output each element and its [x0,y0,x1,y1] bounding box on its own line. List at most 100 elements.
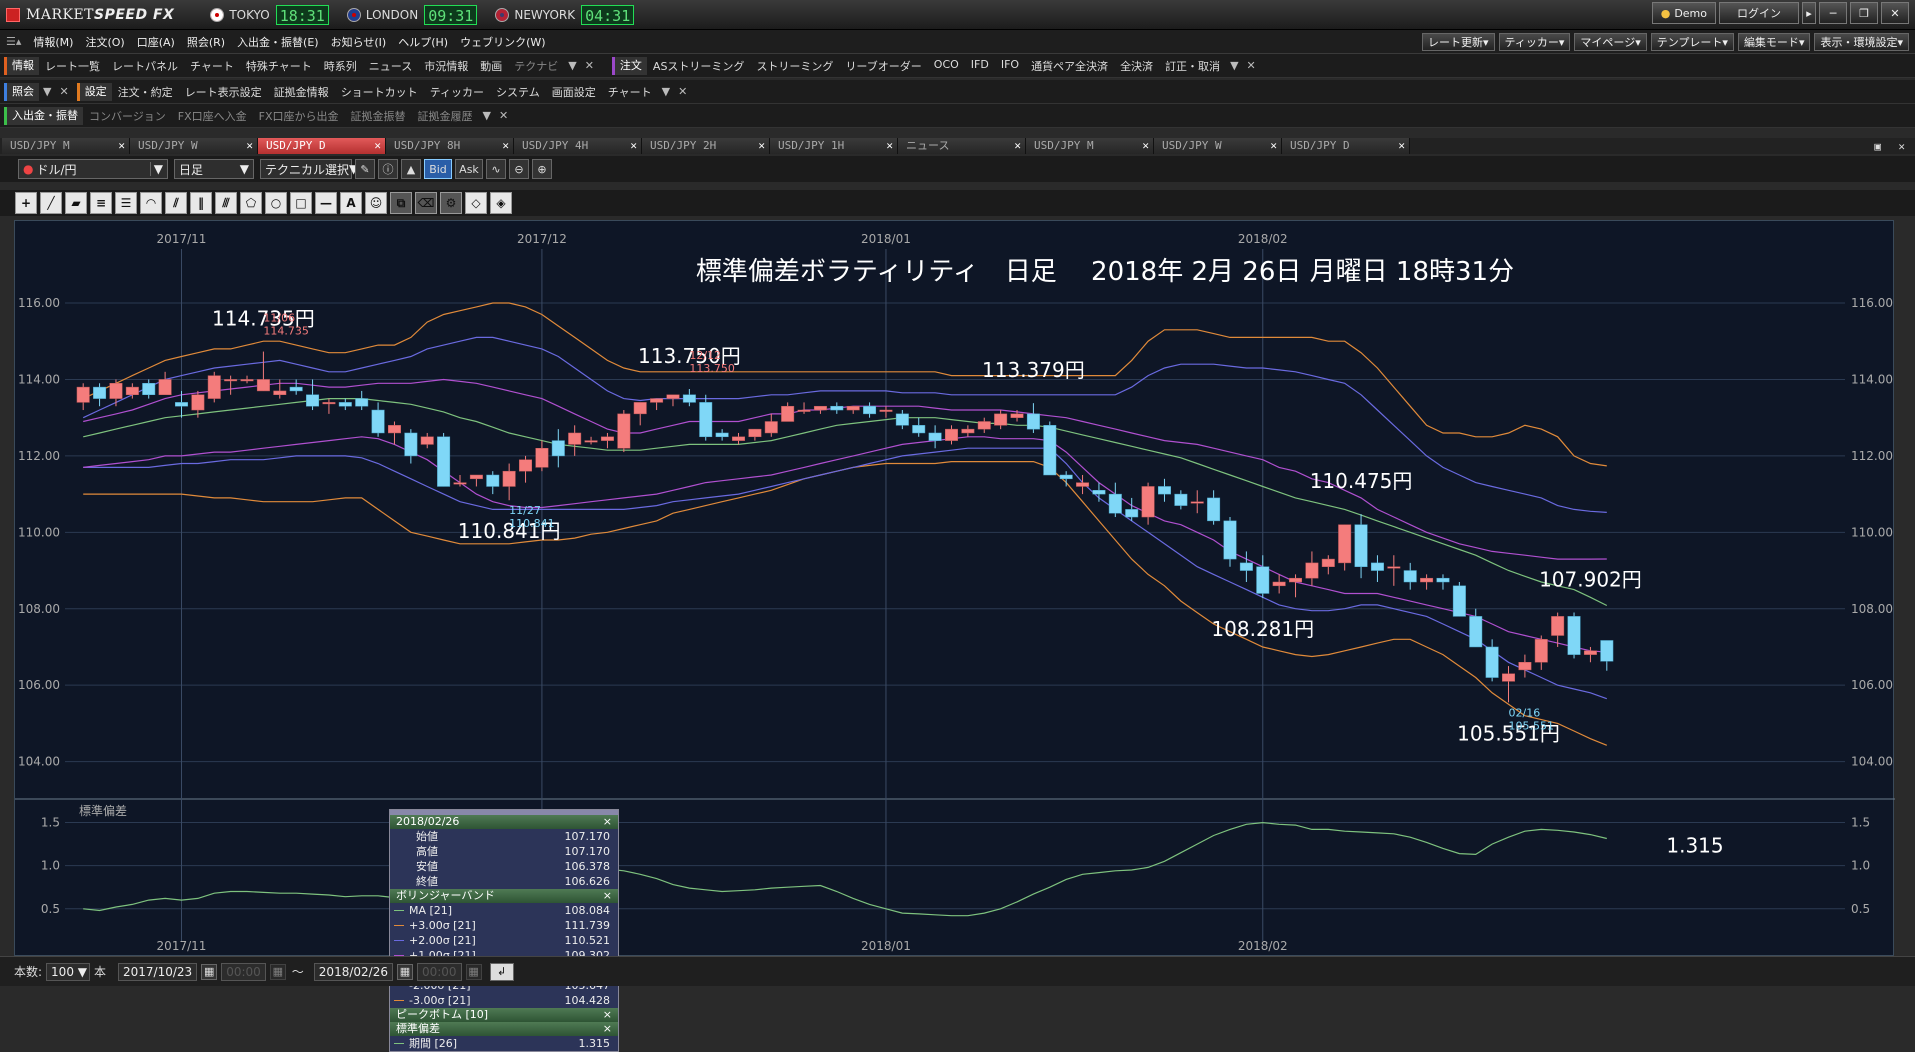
menu-item[interactable]: 注文(O) [79,34,130,50]
crosshair-icon[interactable]: + [15,192,37,214]
close-icon[interactable]: ✕ [118,138,125,154]
indicator-icon[interactable]: ∿ [486,159,506,179]
close-icon[interactable]: ✕ [1270,138,1277,154]
properties-icon[interactable]: ⚙ [440,192,462,214]
info-item[interactable]: ニュース [363,58,418,74]
order-item[interactable]: OCO [928,58,965,74]
count-select[interactable]: 100 ▼ [46,962,90,981]
info-item[interactable]: レートパネル [106,58,184,74]
currency-pair-select[interactable]: ● ドル/円 ▼ [18,159,168,179]
menu-right-button[interactable]: テンプレート ▾ [1650,33,1734,51]
calendar-icon[interactable]: ▦ [201,963,218,980]
chart-tab[interactable]: USD/JPY 4H ✕ [514,138,642,154]
demo-button[interactable]: ● Demo [1651,2,1716,24]
close-icon[interactable]: × [603,1008,612,1022]
info-icon[interactable]: ⓘ [378,159,398,179]
from-date-input[interactable]: 2017/10/23 [118,962,198,981]
close-icon[interactable]: × [603,815,612,829]
info-item[interactable]: チャート [184,58,240,74]
chart-tab[interactable]: USD/JPY 8H ✕ [386,138,514,154]
copy-icon[interactable]: ⧉ [390,192,412,214]
close-icon[interactable]: ✕ [1142,138,1149,154]
close-icon[interactable]: × [603,1022,612,1036]
close-icon[interactable]: ✕ [630,138,637,154]
multi-lines-icon[interactable]: ☰ [115,192,137,214]
minimize-button[interactable]: ─ [1819,2,1847,24]
menu-item[interactable]: 口座(A) [131,34,181,50]
settings-item[interactable]: 画面設定 [546,84,602,100]
price-chart[interactable]: 116.00 116.00 114.00 114.00 112.00 112.00 110.… [15,221,1895,957]
close-icon[interactable]: × [603,889,612,903]
menu-item[interactable]: 入出金・振替(E) [231,34,325,50]
close-icon[interactable]: ✕ [674,85,691,98]
menu-item[interactable]: ヘルプ(H) [392,34,454,50]
order-item[interactable]: 訂正・取消 [1159,58,1226,74]
close-icon[interactable]: ✕ [1243,59,1260,72]
order-item[interactable]: IFO [995,58,1025,74]
trendline-icon[interactable]: ╱ [40,192,62,214]
maximize-icon[interactable]: ▣ [1874,140,1881,153]
chart-tab[interactable]: USD/JPY W ✕ [130,138,258,154]
technavi-item[interactable]: テクナビ [508,58,564,74]
data-window[interactable]: 2018/02/26 × 始値 107.170 高値 107.170 安値 106.378 終… [389,809,619,1052]
order-item[interactable]: ASストリーミング [647,58,751,74]
order-item[interactable]: リーブオーダー [839,58,927,74]
chart-tab[interactable]: ニュース ✕ [898,138,1026,154]
close-icon[interactable]: ✕ [1014,138,1021,154]
delete-icon[interactable]: ⌫ [415,192,437,214]
transfer-item[interactable]: コンバージョン [83,108,172,124]
text-icon[interactable]: A [340,192,362,214]
menu-right-button[interactable]: レート更新 ▾ [1422,33,1495,51]
close-icon[interactable]: ✕ [758,138,765,154]
pen-icon[interactable]: ✎ [355,159,375,179]
order-item[interactable]: IFD [965,58,995,74]
close-icon[interactable]: ✕ [581,59,598,72]
info-item[interactable]: 動画 [474,58,508,74]
login-button[interactable]: ログイン [1719,2,1799,24]
next-icon[interactable]: ▸ [1802,2,1816,24]
reload-icon[interactable]: ↲ [489,962,514,981]
chart-tab[interactable]: USD/JPY 1H ✕ [770,138,898,154]
settings-item[interactable]: レート表示設定 [179,84,268,100]
close-icon[interactable]: ✕ [495,109,512,122]
info-item[interactable]: 市況情報 [418,58,474,74]
menu-item[interactable]: 情報(M) [27,34,79,50]
vlines-icon[interactable]: ‖ [190,192,212,214]
menu-item[interactable]: ウェブリンク(W) [454,34,551,50]
transfer-item[interactable]: FX口座から出金 [253,108,345,124]
chart-tab[interactable]: USD/JPY W ✕ [1154,138,1282,154]
to-date-input[interactable]: 2018/02/26 [313,962,393,981]
area-chart-icon[interactable]: ▲ [401,159,421,179]
zoom-in-icon[interactable]: ⊕ [532,159,552,179]
rectangle-icon[interactable]: □ [290,192,312,214]
hline-icon[interactable]: — [315,192,337,214]
chart-tab[interactable]: USD/JPY M ✕ [1026,138,1154,154]
chart-tab[interactable]: USD/JPY D ✕ [258,138,386,154]
eraser-all-icon[interactable]: ◈ [490,192,512,214]
ask-button[interactable]: Ask [455,159,483,179]
restore-button[interactable]: ❐ [1850,2,1878,24]
dropdown-icon[interactable]: ▼ [1226,59,1242,72]
menu-item[interactable]: お知らせ(I) [325,34,393,50]
dropdown-icon[interactable]: ▼ [658,85,674,98]
close-icon[interactable]: ✕ [1898,140,1905,153]
menu-right-button[interactable]: 編集モード ▾ [1737,33,1811,51]
channel-icon[interactable]: ⫻ [215,192,237,214]
dropdown-icon[interactable]: ▼ [479,109,495,122]
close-icon[interactable]: ✕ [246,138,253,154]
transfer-item[interactable]: 証拠金履歴 [412,108,479,124]
eraser-icon[interactable]: ◇ [465,192,487,214]
zoom-out-icon[interactable]: ⊖ [509,159,529,179]
settings-item[interactable]: 注文・約定 [112,84,179,100]
period-select[interactable]: 日足 ▼ [174,159,254,179]
ruler-icon[interactable]: ▰ [65,192,87,214]
settings-item[interactable]: システム [490,84,546,100]
chart-area[interactable]: 116.00 116.00 114.00 114.00 112.00 112.00 110.… [14,220,1895,1052]
dropdown-icon[interactable]: ▼ [564,59,580,72]
icon-tool-icon[interactable]: ☺ [365,192,387,214]
chart-tab[interactable]: USD/JPY M ✕ [2,138,130,154]
chart-tab[interactable]: USD/JPY D ✕ [1282,138,1410,154]
close-icon[interactable]: ✕ [374,138,381,154]
menu-right-button[interactable]: ティッカー ▾ [1498,33,1571,51]
close-icon[interactable]: ✕ [502,138,509,154]
